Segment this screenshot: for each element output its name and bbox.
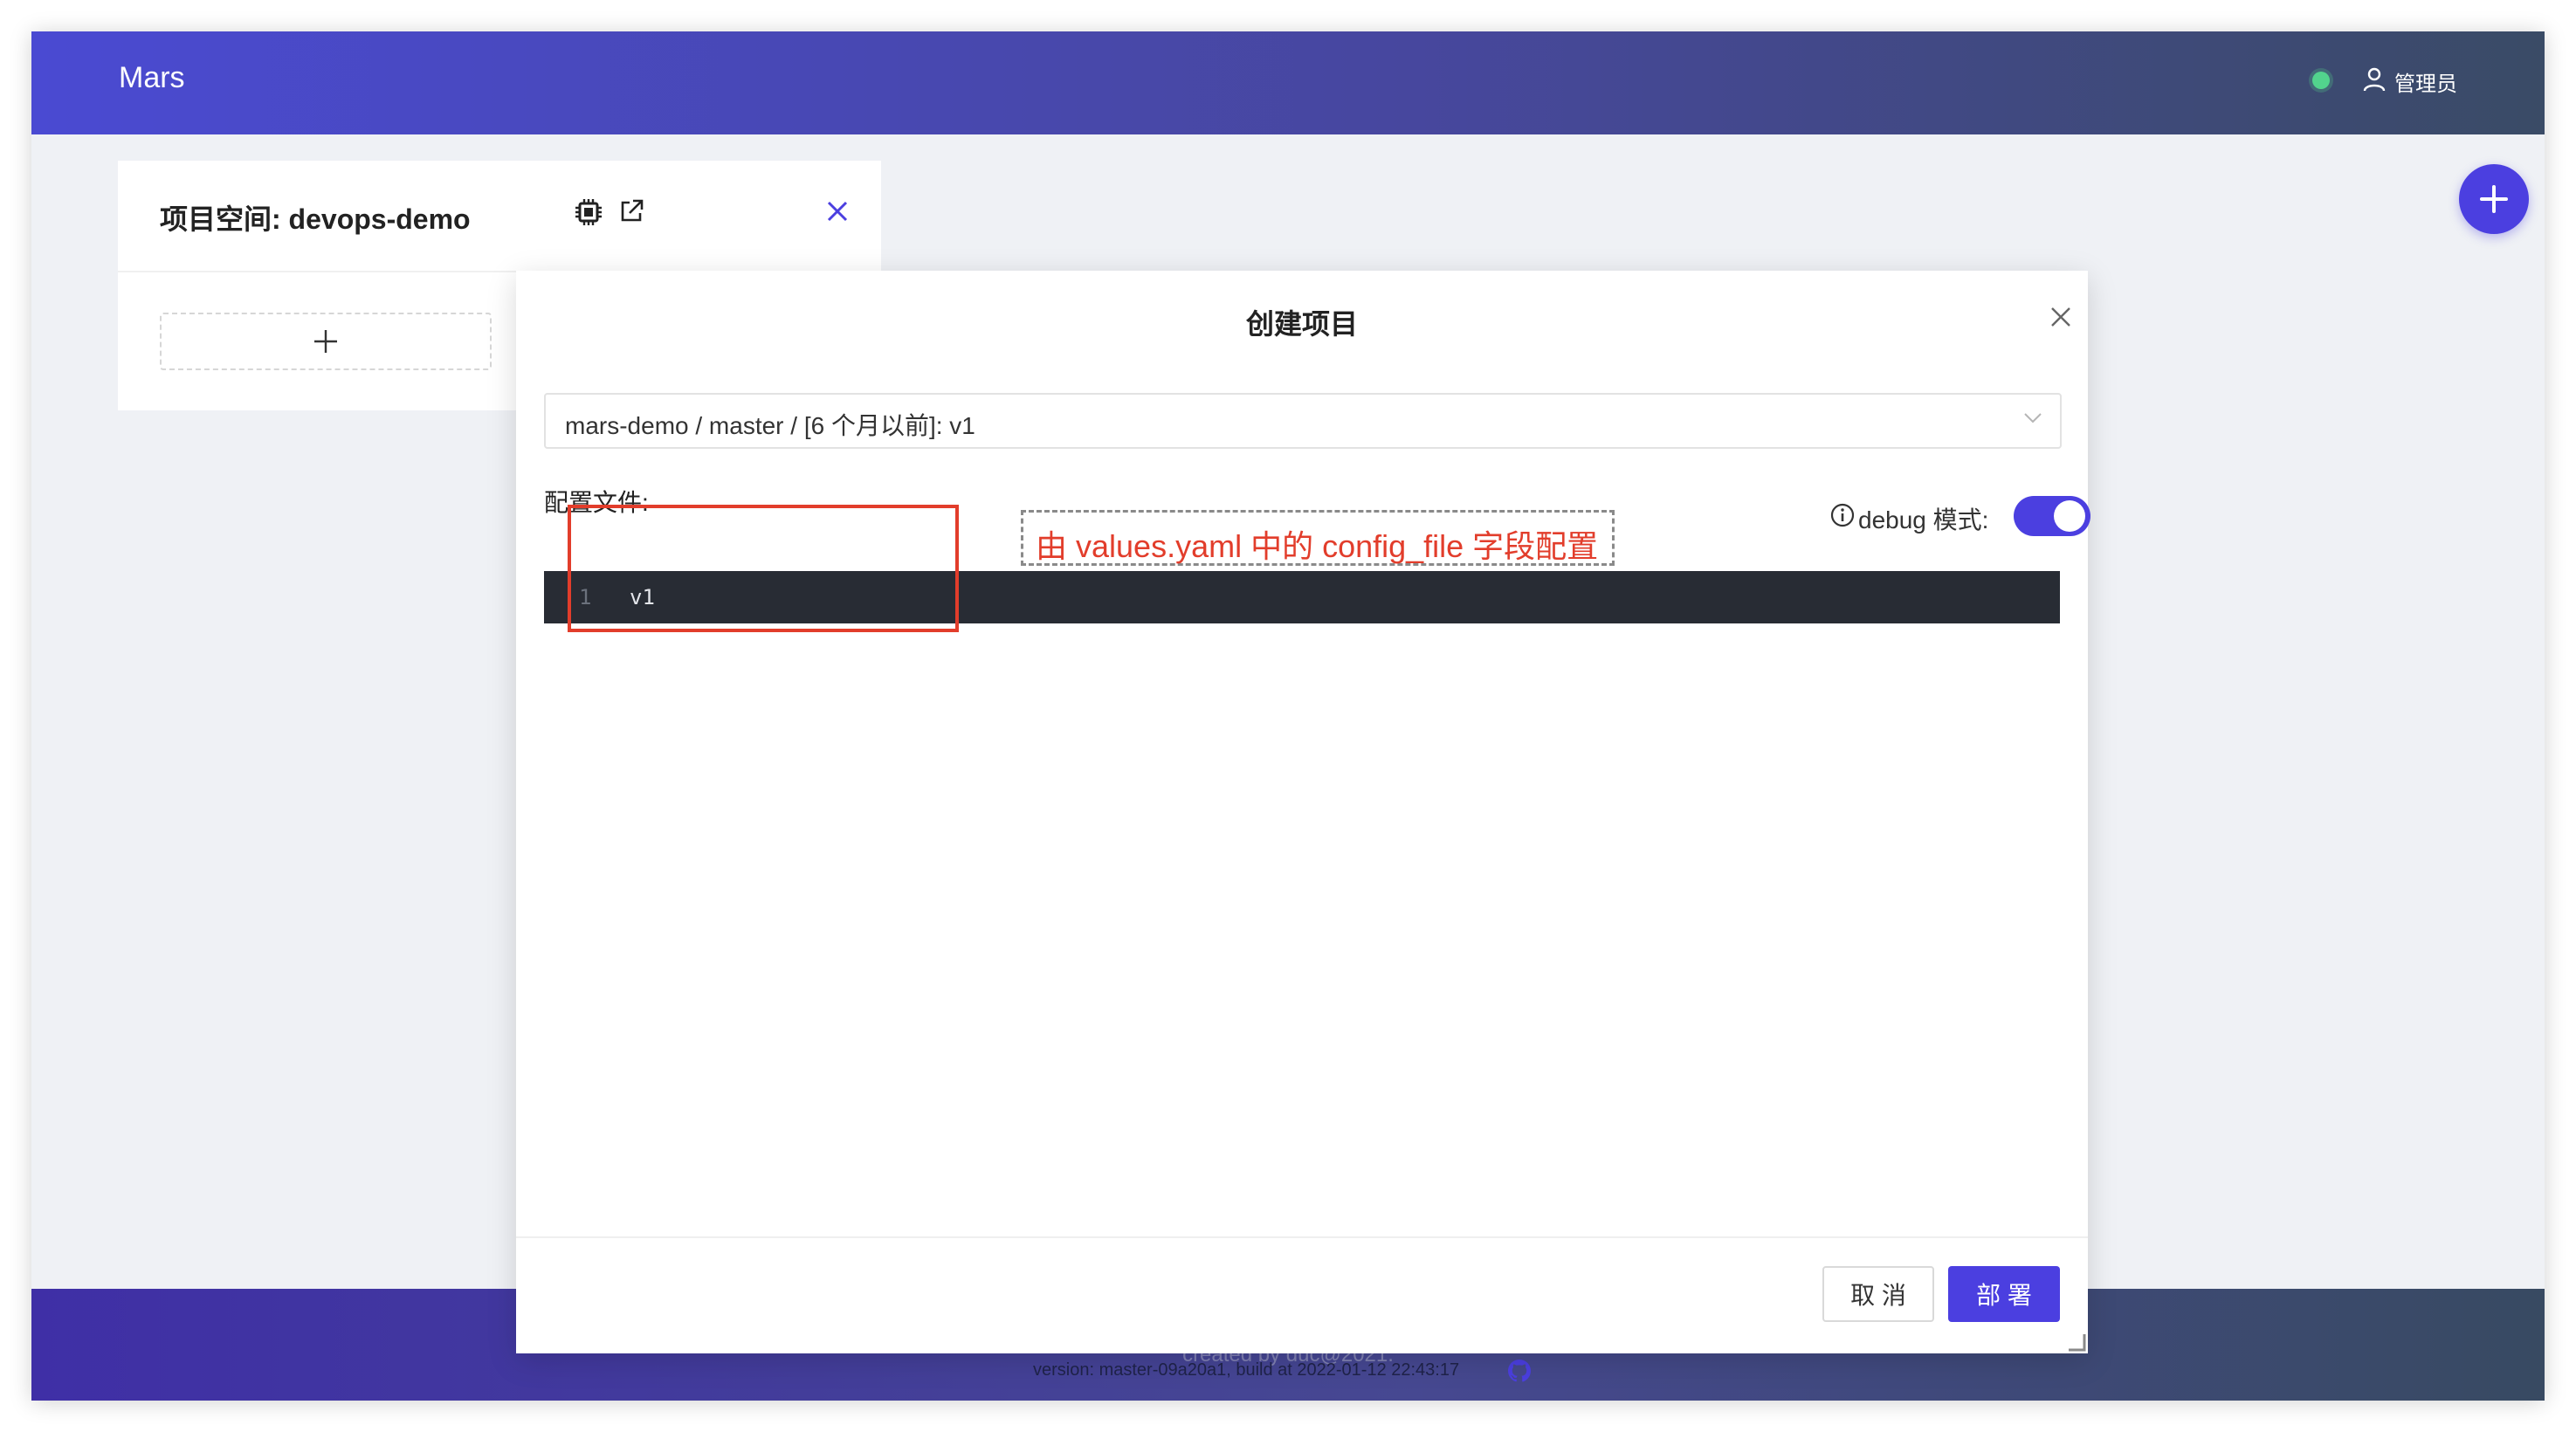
- debug-mode-toggle[interactable]: [2014, 496, 2090, 536]
- user-icon[interactable]: [2363, 66, 2386, 93]
- add-project-slot[interactable]: [160, 313, 492, 370]
- annotation-note-text: 由 values.yaml 中的 config_file 字段配置: [1036, 528, 1599, 564]
- annotation-highlight-box: [568, 505, 959, 632]
- top-header: Mars 管理员: [31, 31, 2545, 134]
- chevron-down-icon: [2024, 413, 2042, 423]
- user-name[interactable]: 管理员: [2394, 66, 2457, 97]
- namespace-title: 项目空间: devops-demo: [160, 203, 471, 235]
- resize-handle-icon[interactable]: [2067, 1332, 2086, 1352]
- info-icon[interactable]: [1830, 503, 1855, 527]
- add-namespace-button[interactable]: [2459, 164, 2529, 234]
- status-indicator: [2312, 72, 2330, 89]
- debug-mode-label: debug 模式:: [1858, 506, 1989, 534]
- cpu-icon[interactable]: [574, 197, 603, 227]
- external-link-icon[interactable]: [617, 197, 645, 225]
- cancel-button[interactable]: 取 消: [1822, 1266, 1934, 1322]
- deploy-button[interactable]: 部 署: [1948, 1266, 2060, 1322]
- modal-title: 创建项目: [1245, 308, 1358, 340]
- github-icon[interactable]: [1505, 1357, 1533, 1385]
- project-select[interactable]: mars-demo / master / [6 个月以前]: v1: [544, 393, 2062, 449]
- create-project-modal: 创建项目 mars-demo / master / [6 个月以前]: v1 配…: [516, 271, 2090, 1353]
- namespace-card-header: 项目空间: devops-demo: [118, 161, 881, 272]
- footer-version: version: master-09a20a1, build at 2022-0…: [1033, 1360, 1460, 1380]
- app-title[interactable]: Mars: [119, 61, 185, 95]
- annotation-note: 由 values.yaml 中的 config_file 字段配置: [1021, 510, 1615, 566]
- close-icon[interactable]: [825, 199, 850, 224]
- app-window: Mars 管理员 项目空间: devops-demo created by du…: [31, 31, 2545, 1401]
- plus-icon: [314, 330, 337, 353]
- plus-icon: [2480, 185, 2508, 213]
- close-icon[interactable]: [2049, 306, 2072, 328]
- project-select-value: mars-demo / master / [6 个月以前]: v1: [565, 412, 975, 439]
- toggle-knob: [2054, 500, 2085, 532]
- modal-footer-divider: [516, 1236, 2088, 1238]
